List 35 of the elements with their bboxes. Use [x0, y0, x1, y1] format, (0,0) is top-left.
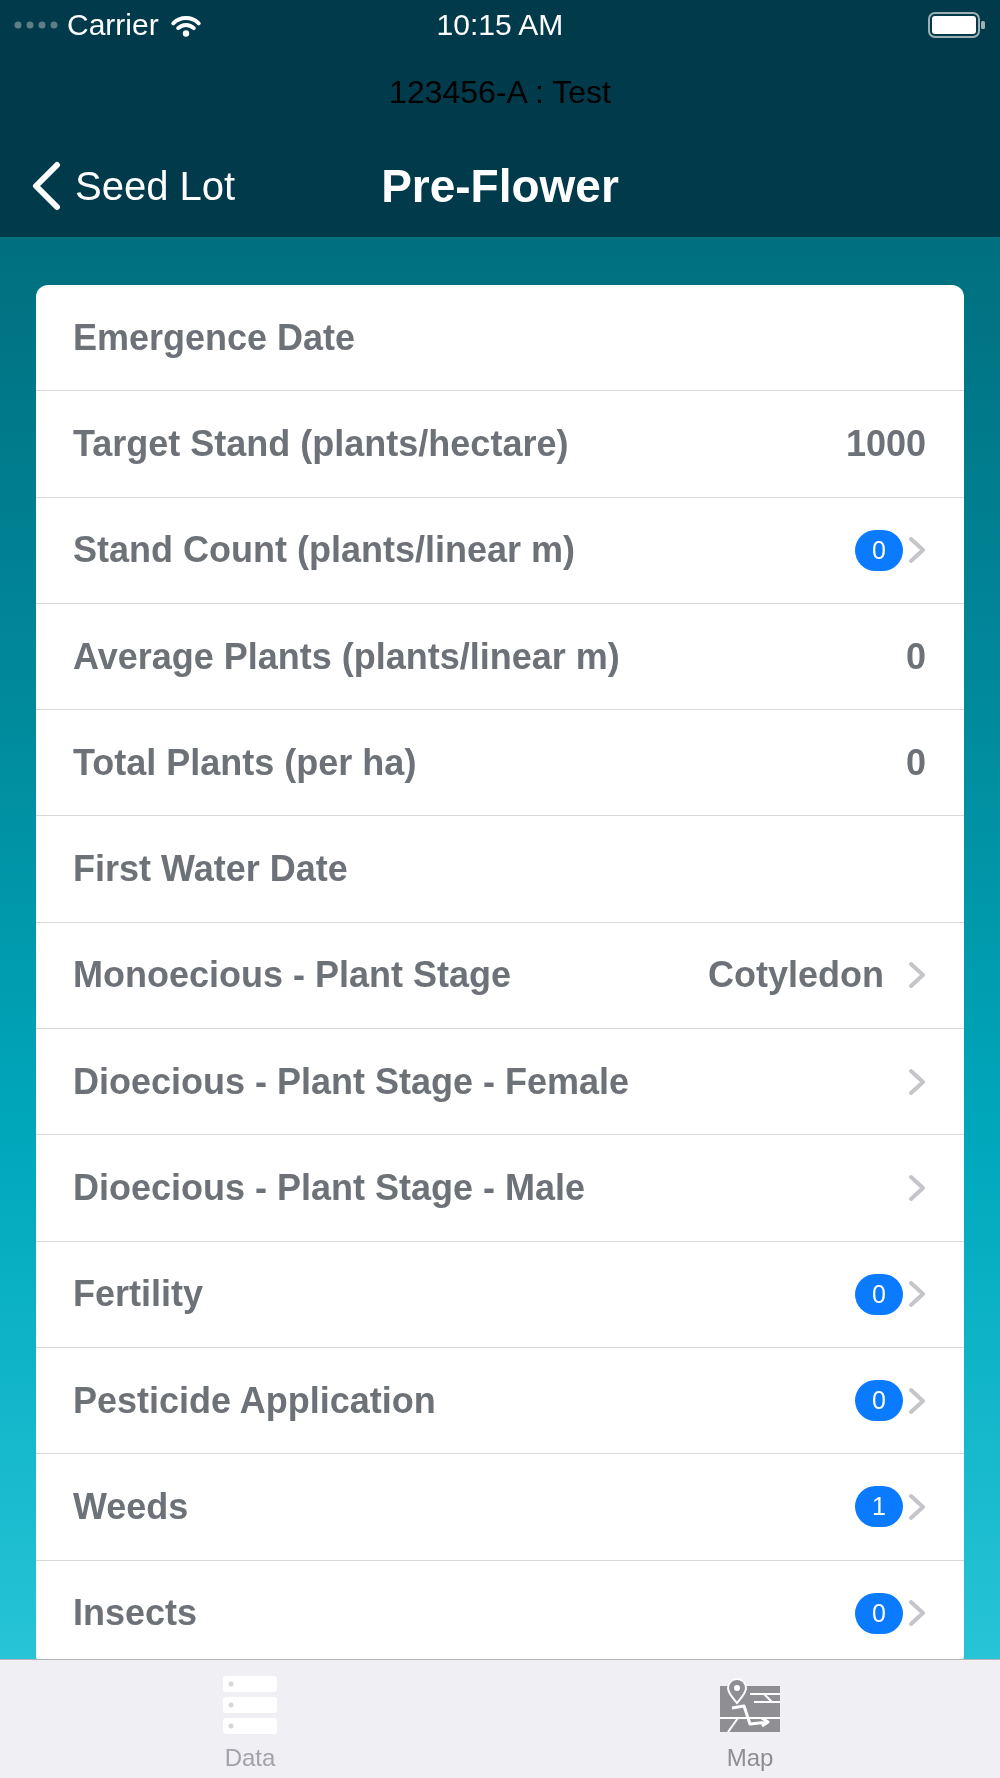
row-label: Dioecious - Plant Stage - Male	[73, 1166, 587, 1210]
battery-icon	[928, 12, 985, 38]
count-badge: 0	[855, 1380, 903, 1422]
status-time: 10:15 AM	[436, 7, 564, 43]
stacked-rows-icon	[222, 1676, 278, 1734]
back-button[interactable]: Seed Lot	[31, 160, 236, 211]
map-icon	[720, 1678, 780, 1732]
carrier-name: Carrier	[67, 7, 159, 43]
count-badge: 0	[855, 529, 903, 571]
row-value: 0	[905, 634, 926, 679]
row-label: Stand Count (plants/linear m)	[73, 528, 576, 573]
count-badge: 0	[855, 1592, 903, 1634]
row-label: Pesticide Application	[73, 1378, 437, 1423]
row-label: Weeds	[73, 1484, 190, 1529]
row-label: Emergence Date	[73, 315, 357, 360]
row-value: 1000	[845, 421, 926, 466]
signal-dots-icon	[14, 21, 58, 29]
chevron-left-icon	[31, 160, 62, 211]
row-label: Target Stand (plants/hectare)	[73, 421, 570, 466]
wifi-icon	[169, 13, 202, 37]
row-label: Monoecious - Plant Stage	[73, 953, 513, 998]
tab-button[interactable]: Data	[222, 1660, 278, 1778]
row-value: Cotyledon	[708, 953, 884, 998]
row-label: Total Plants (per ha)	[73, 740, 418, 785]
tab-button[interactable]: Map	[720, 1660, 780, 1778]
record-subtitle: 123456-A : Test	[388, 72, 612, 112]
row-value: 0	[905, 740, 926, 785]
row-label: Fertility	[73, 1272, 205, 1317]
row-label: Dioecious - Plant Stage - Female	[73, 1059, 631, 1104]
count-badge: 1	[855, 1486, 903, 1528]
count-badge: 0	[855, 1273, 903, 1315]
screen-title: Pre-Flower	[381, 158, 619, 214]
row-label: Average Plants (plants/linear m)	[73, 634, 621, 679]
row-label: First Water Date	[73, 847, 349, 892]
row-label: Insects	[73, 1591, 199, 1636]
